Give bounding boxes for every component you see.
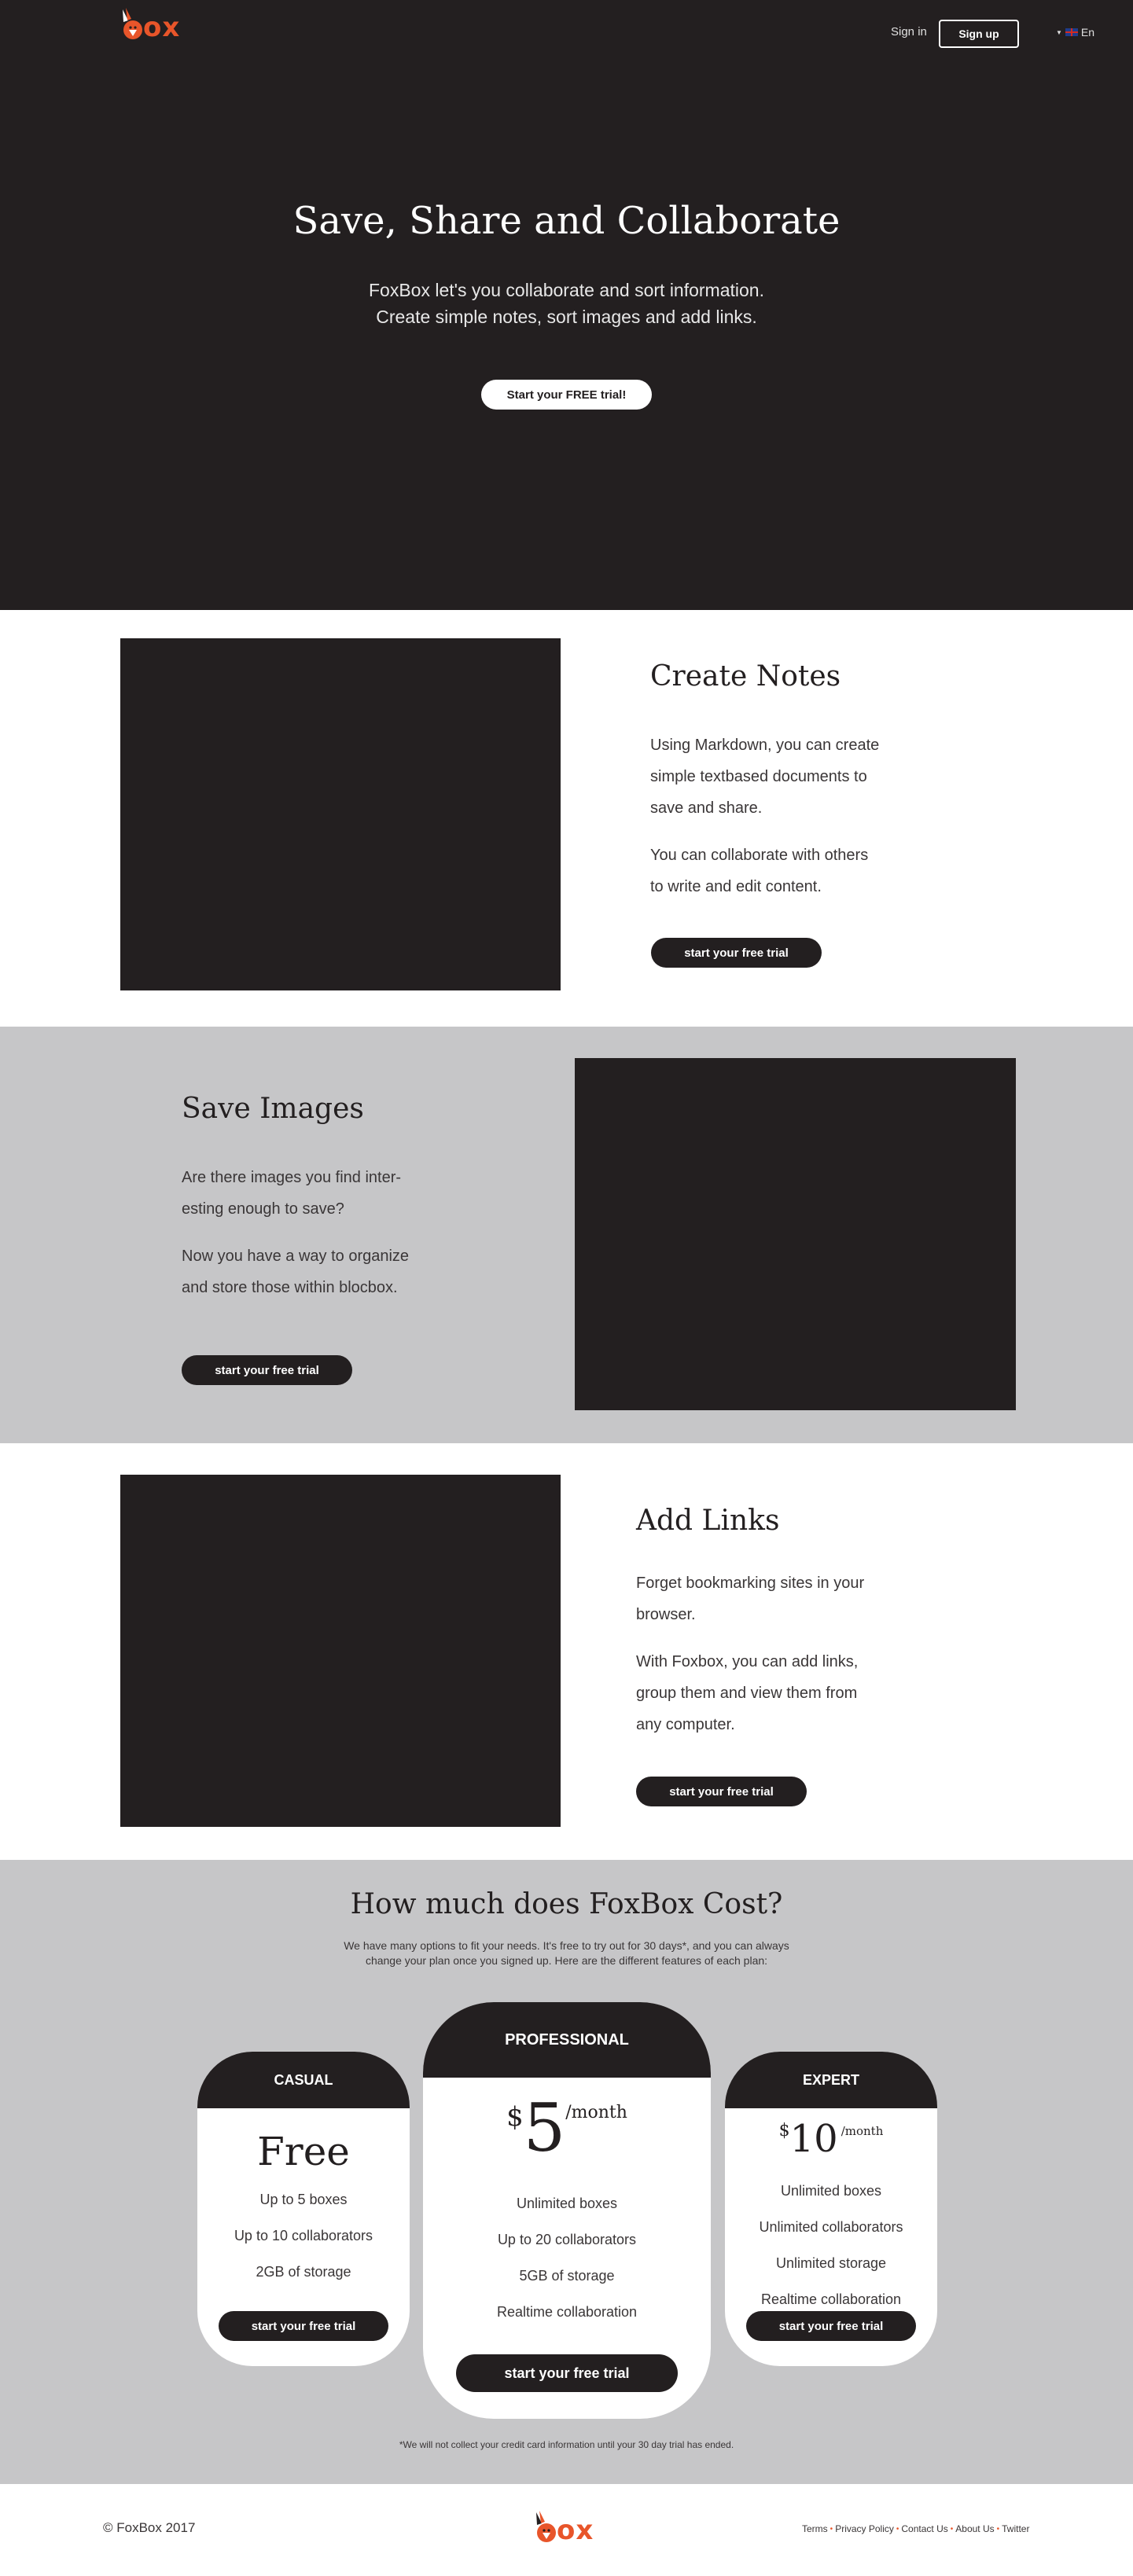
plan-feature: Unlimited boxes [516,2196,618,2211]
fox-logo-icon [536,2511,556,2542]
feature-text-line: any computer. [636,1716,735,1733]
price-amount: 5 [523,2089,566,2166]
plan-feature: Unlimited boxes [780,2183,882,2199]
links-image [120,1475,561,1827]
feature-create-notes: Create Notes Using Markdown, you can cre… [0,610,1133,1027]
images-image [575,1058,1016,1410]
separator-dot: • [950,2524,954,2534]
price-currency: $ [506,2101,524,2133]
pricing-subtitle-line-1: We have many options to fit your needs. … [344,1939,789,1952]
hero-section: ox Sign in Sign up ▼ En Save, Share and … [0,0,1133,610]
plan-feature: 2GB of storage [256,2264,351,2280]
plan-name: EXPERT [725,2052,937,2108]
footer-link-terms[interactable]: Terms [802,2523,828,2534]
hero-subtitle-line-2: Create simple notes, sort images and add… [376,307,757,327]
feature-paragraph: Using Markdown, you can create simple te… [650,729,879,824]
plan-price: $ 10 /month [725,2118,937,2160]
plan-feature: Up to 5 boxes [259,2192,348,2207]
sign-up-button[interactable]: Sign up [939,20,1019,48]
logo-wordmark: ox [143,12,181,43]
sign-in-link[interactable]: Sign in [891,25,927,39]
site-footer: © FoxBox 2017 ox Terms • Privacy Policy … [0,2484,1133,2576]
uk-flag-icon [1065,28,1078,36]
separator-dot: • [896,2524,899,2534]
feature-text-line: simple textbased documents to [650,768,867,785]
plan-feature: Up to 10 collaborators [234,2228,373,2243]
feature-text-line: save and share. [650,799,763,817]
plan-features: Unlimited boxes Unlimited collaborators … [725,2173,937,2317]
feature-add-links: Add Links Forget bookmarking sites in yo… [0,1443,1133,1860]
feature-text-line: and store those within blocbox. [182,1279,398,1296]
plan-feature: Realtime collaboration [496,2304,638,2320]
price-amount: 10 [789,2117,838,2161]
pricing-title: How much does FoxBox Cost? [350,1888,783,1920]
hero-subtitle-line-1: FoxBox let's you collaborate and sort in… [369,280,764,300]
plan-feature: Unlimited collaborators [759,2219,903,2235]
caret-down-icon: ▼ [1056,28,1062,36]
footer-link-contact[interactable]: Contact Us [901,2523,947,2534]
price-currency: $ [778,2121,790,2141]
feature-paragraph: With Foxbox, you can add links, group th… [636,1646,858,1740]
pricing-section: How much does FoxBox Cost? We have many … [0,1860,1133,2484]
language-selector[interactable]: ▼ En [1056,26,1094,39]
footer-link-twitter[interactable]: Twitter [1002,2523,1029,2534]
expert-trial-button[interactable]: start your free trial [746,2311,916,2341]
feature-text-line: to write and edit content. [650,878,822,895]
plan-card-casual: CASUAL Free Up to 5 boxes Up to 10 colla… [197,2052,410,2366]
professional-trial-button[interactable]: start your free trial [456,2354,678,2392]
logo-wordmark: ox [557,2515,594,2546]
separator-dot: • [830,2524,833,2534]
feature-text-line: Now you have a way to organize [182,1248,410,1265]
feature-text-line: Using Markdown, you can create [650,737,880,754]
feature-paragraph: Forget bookmarking sites in your browser… [636,1567,864,1630]
fox-logo-icon [123,8,142,39]
plan-features: Up to 5 boxes Up to 10 collaborators 2GB… [197,2181,410,2290]
plan-feature: Unlimited storage [775,2255,887,2271]
copyright-text: © FoxBox 2017 [103,2520,196,2535]
footer-link-about[interactable]: About Us [955,2523,994,2534]
price-period: /month [565,2103,627,2122]
feature-text-line: group them and view them from [636,1685,858,1702]
plan-price: Free [257,2129,350,2174]
feature-paragraph: Are there images you find inter- esting … [182,1162,401,1225]
separator-dot: • [996,2524,1000,2534]
footer-links: Terms • Privacy Policy • Contact Us • Ab… [802,2523,1029,2534]
links-trial-button[interactable]: start your free trial [636,1777,807,1806]
feature-text-line: browser. [636,1606,696,1623]
language-label: En [1080,26,1095,39]
notes-trial-button[interactable]: start your free trial [651,938,822,968]
plan-name: CASUAL [197,2052,410,2108]
plan-name: PROFESSIONAL [423,2002,711,2078]
plan-card-professional: PROFESSIONAL $ 5 /month Unlimited boxes … [423,2002,711,2419]
site-logo[interactable]: ox [120,6,180,41]
feature-text-line: Are there images you find inter- [182,1169,402,1186]
footer-link-privacy[interactable]: Privacy Policy [835,2523,894,2534]
plan-card-expert: EXPERT $ 10 /month Unlimited boxes Unlim… [725,2052,937,2366]
plan-price: $ 5 /month [423,2095,711,2161]
feature-title: Create Notes [650,660,841,693]
feature-title: Add Links [636,1505,780,1537]
feature-text-line: Forget bookmarking sites in your [636,1575,865,1592]
feature-title: Save Images [182,1093,364,1125]
feature-paragraph: You can collaborate with others to write… [650,840,868,902]
feature-text-line: esting enough to save? [182,1200,344,1218]
hero-trial-button[interactable]: Start your FREE trial! [481,380,652,410]
pricing-subtitle-line-2: change your plan once you signed up. Her… [365,1954,768,1967]
footer-logo[interactable]: ox [533,2509,594,2544]
notes-image [120,638,561,990]
feature-text-line: With Foxbox, you can add links, [636,1653,859,1670]
hero-title: Save, Share and Collaborate [292,199,841,243]
plan-feature: Up to 20 collaborators [497,2232,637,2247]
plan-features: Unlimited boxes Up to 20 collaborators 5… [423,2185,711,2330]
price-period: /month [841,2124,884,2138]
casual-trial-button[interactable]: start your free trial [219,2311,388,2341]
images-trial-button[interactable]: start your free trial [182,1355,352,1385]
feature-text-line: You can collaborate with others [650,847,869,864]
pricing-footnote: *We will not collect your credit card in… [399,2439,734,2450]
feature-paragraph: Now you have a way to organize and store… [182,1240,409,1303]
feature-save-images: Save Images Are there images you find in… [0,1027,1133,1443]
plan-feature: 5GB of storage [519,2268,615,2284]
